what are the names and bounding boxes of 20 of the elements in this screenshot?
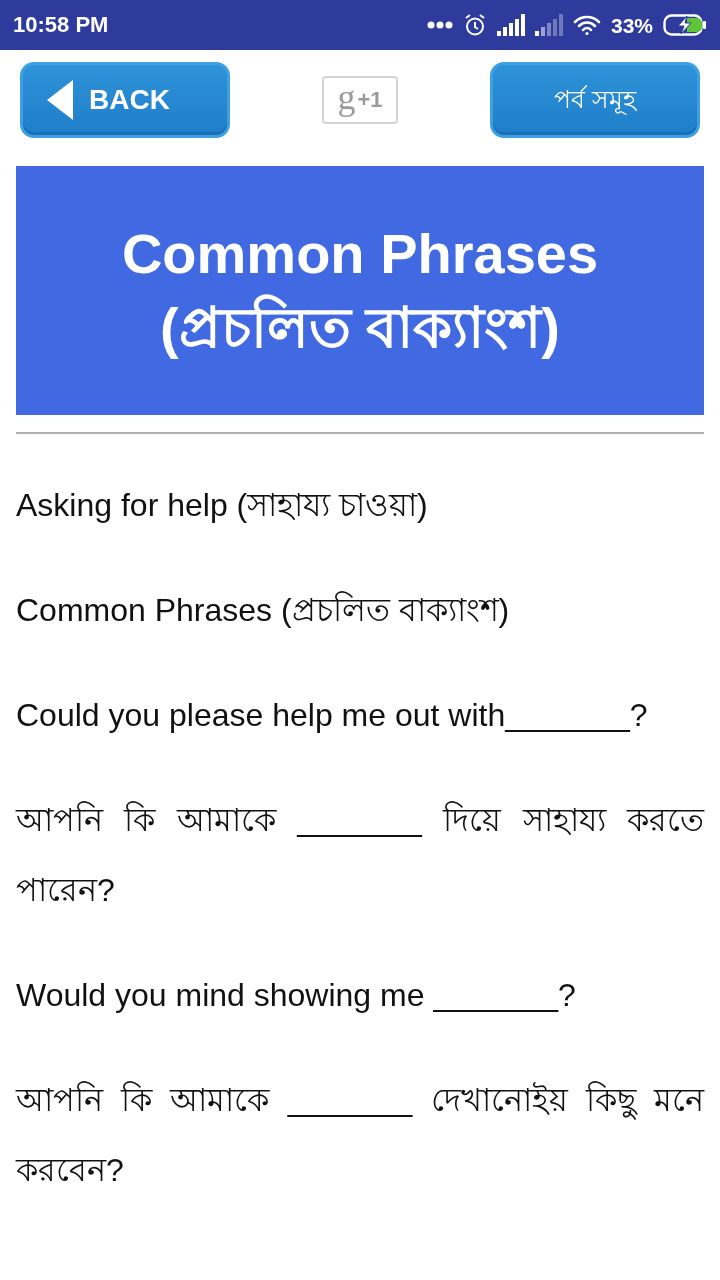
more-dots-icon — [426, 21, 453, 29]
phrase-text: Asking for help (সাহায্য চাওয়া) — [16, 486, 429, 525]
page-title: Common Phrases (প্রচলিত বাক্যাংশ) — [121, 220, 599, 361]
wifi-icon — [572, 14, 601, 36]
signal-icon — [496, 14, 525, 36]
battery-percent: 33% — [610, 14, 653, 36]
signal-icon — [534, 14, 563, 36]
plus-one-label: +1 — [357, 89, 383, 111]
left-triangle-icon — [47, 80, 73, 120]
phrase-text: Would you mind showing me _______? — [16, 976, 577, 1015]
plus-one-button[interactable]: g+1 — [322, 76, 398, 124]
chapters-button[interactable]: পর্ব সমূহ — [490, 62, 700, 138]
phrase-text: আপনি কি আমাকে _______ দিয়ে সাহায্য করতে পারেন? — [16, 800, 704, 910]
phrase-text: আপনি কি আমাকে _______ দেখানোইয় কিছু মনে করবেন? — [16, 1080, 704, 1190]
g-logo: g — [337, 79, 356, 119]
battery-charging-icon — [663, 14, 707, 36]
status-time: 10:58 PM — [13, 14, 109, 36]
phrase-text: Common Phrases (প্রচলিত বাক্যাংশ) — [16, 590, 511, 630]
back-button[interactable]: BACK — [20, 62, 230, 138]
phrase-text: Could you please help me out with_______? — [16, 696, 649, 735]
